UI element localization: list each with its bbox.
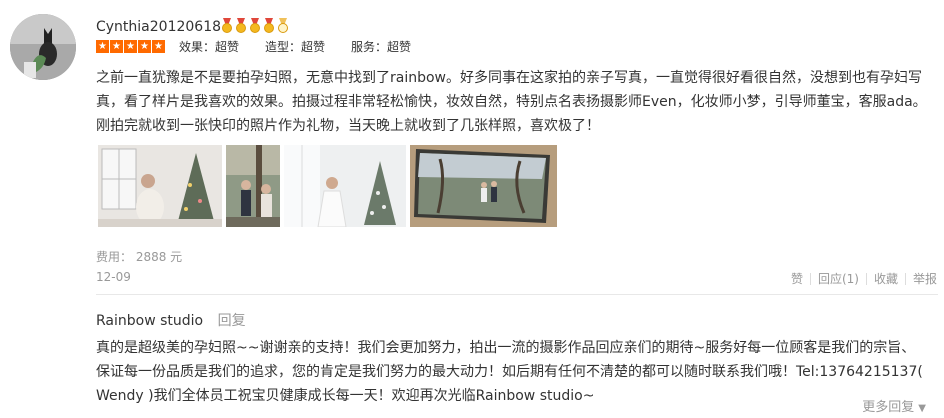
action-divider	[809, 272, 811, 285]
review-photo-window-tree[interactable]	[98, 145, 222, 227]
subscore-styling: 造型：超赞	[265, 40, 326, 54]
fee-text: 费用： 2888 元	[96, 250, 183, 264]
medal-icon	[263, 18, 275, 34]
action-divider	[904, 272, 906, 285]
medal-icon	[221, 18, 233, 34]
review-text: 之前一直犹豫是不是要拍孕妇照，无意中找到了rainbow。好多同事在这家拍的亲子…	[96, 70, 927, 134]
review-date: 12-09	[96, 270, 131, 284]
more-replies-link[interactable]: 更多回复 ▼	[862, 396, 926, 415]
like-button[interactable]: 赞	[791, 270, 803, 287]
review-photo-framed-print[interactable]	[410, 145, 557, 227]
star-icon: ★	[110, 40, 123, 53]
respond-button[interactable]: 回应(1)	[818, 270, 859, 287]
star-icon: ★	[96, 40, 109, 53]
star-icon: ★	[124, 40, 137, 53]
reply-divider	[96, 294, 938, 295]
reply-tag: 回复	[217, 313, 246, 329]
reviewer-username[interactable]: Cynthia20120618	[96, 19, 221, 35]
favorite-button[interactable]: 收藏	[874, 270, 898, 287]
star-rating: ★ ★ ★ ★ ★	[96, 40, 165, 53]
subscore-effect: 效果：超赞	[179, 40, 240, 54]
reply-author: Rainbow studio	[96, 313, 204, 329]
review-photo-white-dress-tree[interactable]	[284, 145, 406, 227]
review-photo-couple-outdoor[interactable]	[226, 145, 280, 227]
action-divider	[865, 272, 867, 285]
star-icon: ★	[138, 40, 151, 53]
more-replies-label: 更多回复	[862, 400, 915, 415]
medal-icon	[249, 18, 261, 34]
member-level-medals	[221, 18, 289, 34]
rating-row: ★ ★ ★ ★ ★ 效果：超赞 造型：超赞 服务：超赞	[96, 38, 437, 55]
subscore-service: 服务：超赞	[351, 40, 412, 54]
reply-header: Rainbow studio 回复	[96, 310, 246, 330]
medal-empty-icon	[277, 18, 289, 34]
chevron-down-icon: ▼	[918, 403, 926, 414]
medal-icon	[235, 18, 247, 34]
star-icon: ★	[152, 40, 165, 53]
reply-text: 真的是超级美的孕妇照~~谢谢亲的支持！我们会更加努力，拍出一流的摄影作品回应亲们…	[96, 340, 923, 404]
report-button[interactable]: 举报	[913, 270, 937, 287]
review-actions: 赞 回应(1) 收藏 举报	[791, 270, 937, 287]
user-avatar[interactable]	[10, 14, 76, 80]
